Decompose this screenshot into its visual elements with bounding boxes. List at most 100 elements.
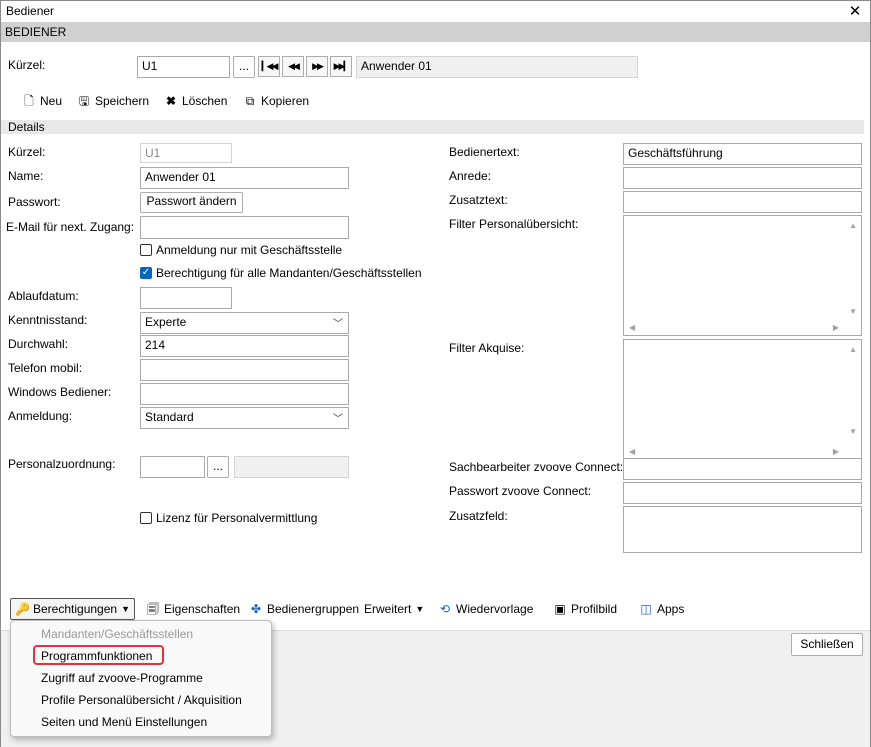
anmeldung-select[interactable]: Standard ﹀	[140, 407, 349, 429]
berechtigung-checkbox[interactable]: ✓	[140, 267, 152, 279]
caret-down-icon: ▼	[415, 604, 425, 614]
filter-personal-label: Filter Personalübersicht:	[449, 217, 579, 231]
menu-item-seiten[interactable]: Seiten und Menü Einstellungen	[41, 715, 207, 729]
scroll-left-icon[interactable]: ◀	[629, 323, 635, 332]
save-icon: 🖫	[78, 94, 90, 108]
scroll-left-icon[interactable]: ◀	[629, 447, 635, 456]
section-header: BEDIENER	[1, 22, 870, 42]
profilbild-label: Profilbild	[571, 602, 618, 616]
caret-down-icon: ▼	[121, 604, 130, 614]
passwort-connect-input[interactable]	[623, 482, 862, 504]
zusatzfeld-textarea[interactable]	[623, 506, 862, 553]
filter-akquise-textarea[interactable]: ▲ ▼ ◀ ▶	[623, 339, 862, 460]
delete-button[interactable]: ✖ Löschen	[164, 92, 227, 110]
kenntnisstand-value: Experte	[145, 315, 187, 329]
window-title: Bediener	[6, 4, 55, 18]
windows-bediener-label: Windows Bediener:	[8, 385, 112, 399]
telefon-input[interactable]	[140, 359, 349, 381]
menu-item-zugriff[interactable]: Zugriff auf zvoove-Programme	[41, 671, 203, 685]
menu-item-mandanten: Mandanten/Geschäftsstellen	[41, 627, 194, 641]
close-icon[interactable]: ✕	[847, 2, 863, 20]
bedienertext-input[interactable]: Geschäftsführung	[623, 143, 862, 165]
kenntnisstand-label: Kenntnisstand:	[8, 313, 88, 327]
next-record-icon[interactable]: ▶▶	[306, 56, 328, 77]
personalzuordnung-input[interactable]	[140, 456, 205, 478]
close-button[interactable]: Schließen	[791, 633, 863, 656]
passwort-label: Passwort:	[8, 195, 61, 209]
new-label: Neu	[40, 94, 63, 108]
berechtigungen-menu: Mandanten/Geschäftsstellen Programmfunkt…	[10, 620, 272, 737]
save-button[interactable]: 🖫 Speichern	[77, 92, 149, 110]
eigenschaften-button[interactable]: 🗐 Eigenschaften	[146, 600, 240, 618]
menu-item-profile[interactable]: Profile Personalübersicht / Akquisition	[41, 693, 242, 707]
zusatztext-input[interactable]	[623, 191, 862, 213]
apps-icon: ◫	[640, 602, 652, 616]
apps-button[interactable]: ◫ Apps	[639, 600, 684, 618]
personalzuordnung-browse-button[interactable]: ...	[207, 456, 229, 478]
bediener-window: Bediener ✕ BEDIENER Kürzel: U1 ... ▎◀◀ ◀…	[0, 0, 871, 747]
last-record-icon[interactable]: ▶▶▎	[330, 56, 352, 77]
bedienertext-label: Bedienertext:	[449, 145, 520, 159]
bedienergruppen-button[interactable]: ✤ Bedienergruppen	[249, 600, 359, 618]
ablaufdatum-input[interactable]	[140, 287, 232, 309]
name-input[interactable]: Anwender 01	[140, 167, 349, 189]
profilbild-button[interactable]: ▣ Profilbild	[553, 600, 617, 618]
ablaufdatum-label: Ablaufdatum:	[8, 289, 79, 303]
sachbearbeiter-input[interactable]	[623, 458, 862, 480]
filter-personal-textarea[interactable]: ▲ ▼ ◀ ▶	[623, 215, 862, 336]
filter-akquise-label: Filter Akquise:	[449, 341, 525, 355]
copy-icon: ⧉	[245, 94, 255, 108]
geschaeftsstelle-checkbox[interactable]	[140, 244, 152, 256]
berechtigungen-dropdown-button[interactable]: 🔑 Berechtigungen ▼	[10, 598, 135, 620]
lizenz-checkbox-label: Lizenz für Personalvermittlung	[156, 511, 318, 525]
previous-record-icon[interactable]: ◀◀	[282, 56, 304, 77]
telefon-label: Telefon mobil:	[8, 361, 83, 375]
anrede-label: Anrede:	[449, 169, 492, 183]
apps-label: Apps	[657, 602, 685, 616]
passwort-connect-label: Passwort zvoove Connect:	[449, 484, 592, 498]
scroll-up-icon[interactable]: ▲	[849, 345, 857, 354]
scroll-down-icon[interactable]: ▼	[849, 427, 857, 436]
scroll-right-icon[interactable]: ▶	[833, 323, 839, 332]
delete-label: Löschen	[182, 94, 228, 108]
anrede-input[interactable]	[623, 167, 862, 189]
windows-bediener-input[interactable]	[140, 383, 349, 405]
wiedervorlage-button[interactable]: ⟲ Wiedervorlage	[438, 600, 533, 618]
personalzuordnung-label: Personalzuordnung:	[8, 457, 116, 471]
scroll-up-icon[interactable]: ▲	[849, 221, 857, 230]
details-header: Details	[1, 120, 864, 134]
resubmission-icon: ⟲	[439, 602, 451, 616]
scroll-right-icon[interactable]: ▶	[833, 447, 839, 456]
new-button[interactable]: 🗋 Neu	[22, 92, 62, 110]
email-input[interactable]	[140, 216, 349, 239]
lizenz-checkbox[interactable]	[140, 512, 152, 524]
wiedervorlage-label: Wiedervorlage	[456, 602, 534, 616]
details-kuerzel-input: U1	[140, 143, 232, 163]
durchwahl-input[interactable]: 214	[140, 335, 349, 357]
kuerzel-input[interactable]: U1	[137, 56, 230, 78]
geschaeftsstelle-checkbox-label: Anmeldung nur mit Geschäftsstelle	[156, 243, 343, 257]
anmeldung-value: Standard	[145, 410, 194, 424]
copy-button[interactable]: ⧉ Kopieren	[243, 92, 309, 110]
change-password-button[interactable]: Passwort ändern	[140, 192, 243, 213]
personalzuordnung-display	[234, 456, 349, 478]
kuerzel-browse-button[interactable]: ...	[233, 56, 255, 78]
menu-item-programmfunktionen[interactable]: Programmfunktionen	[41, 649, 152, 663]
first-record-icon[interactable]: ▎◀◀	[258, 56, 280, 77]
berechtigungen-label: Berechtigungen	[33, 602, 118, 616]
details-title: Details	[8, 120, 45, 134]
bedienergruppen-label: Bedienergruppen	[267, 602, 360, 616]
copy-label: Kopieren	[261, 94, 310, 108]
new-document-icon: 🗋	[24, 94, 34, 108]
key-icon: 🔑	[15, 602, 30, 616]
save-label: Speichern	[95, 94, 150, 108]
details-kuerzel-label: Kürzel:	[8, 145, 46, 159]
chevron-down-icon: ﹀	[333, 414, 343, 425]
name-display: Anwender 01	[356, 56, 638, 78]
eigenschaften-label: Eigenschaften	[164, 602, 241, 616]
kenntnisstand-select[interactable]: Experte ﹀	[140, 312, 349, 334]
erweitert-dropdown-button[interactable]: Erweitert ▼	[364, 600, 424, 618]
sachbearbeiter-label: Sachbearbeiter zvoove Connect:	[449, 460, 624, 474]
erweitert-label: Erweitert	[364, 602, 412, 616]
scroll-down-icon[interactable]: ▼	[849, 307, 857, 316]
